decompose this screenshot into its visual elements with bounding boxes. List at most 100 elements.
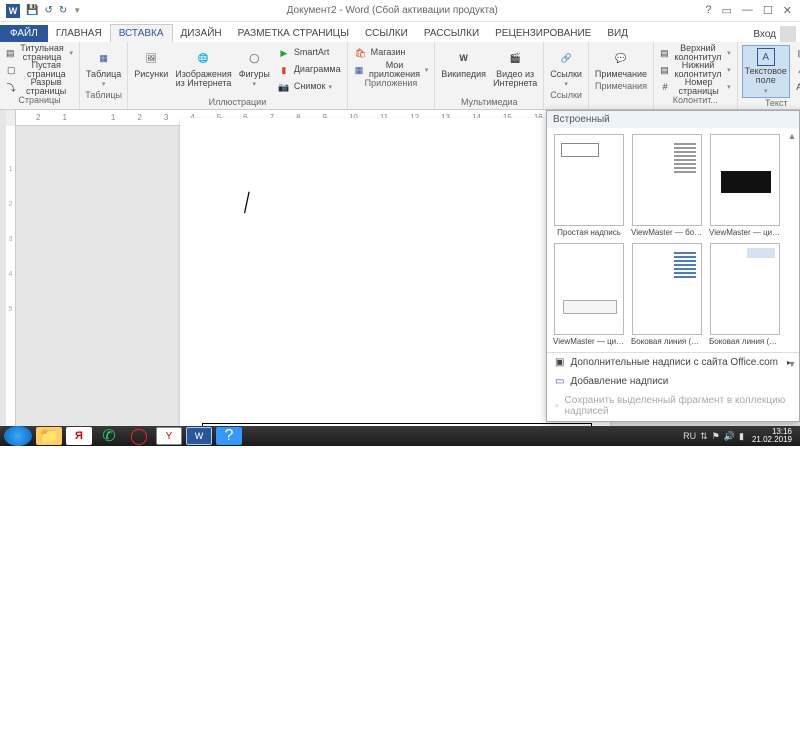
tab-references[interactable]: ССЫЛКИ bbox=[357, 25, 416, 42]
save-icon[interactable]: 💾 bbox=[26, 5, 38, 16]
empty-space bbox=[0, 446, 800, 731]
comment-icon: 💬 bbox=[610, 47, 632, 69]
explorer-taskbar-button[interactable]: 📁 bbox=[36, 427, 62, 445]
tray-lang[interactable]: RU bbox=[683, 431, 696, 441]
save-selection-menuitem: ▫Сохранить выделенный фрагмент в коллекц… bbox=[547, 391, 799, 421]
tray-battery-icon[interactable]: ▮ bbox=[739, 431, 744, 442]
draw-textbox-icon: ▭ bbox=[555, 376, 564, 387]
gallery-item-simple[interactable]: Простая надпись bbox=[553, 134, 625, 237]
more-textboxes-menuitem[interactable]: ▣Дополнительные надписи с сайта Office.c… bbox=[547, 353, 799, 372]
group-label-comments: Примечания bbox=[593, 81, 649, 93]
group-label-links: Ссылки bbox=[548, 90, 584, 102]
page-icon: ▤ bbox=[6, 46, 15, 60]
table-icon: ▦ bbox=[93, 47, 115, 69]
minimize-icon[interactable]: — bbox=[742, 4, 753, 17]
shapes-button[interactable]: ◯Фигуры▾ bbox=[237, 45, 272, 97]
opera-taskbar-button[interactable]: ◯ bbox=[126, 427, 152, 445]
drop-cap-icon: A≡ bbox=[795, 80, 800, 94]
wordart-button[interactable]: A bbox=[793, 62, 800, 78]
screenshot-button[interactable]: 📷Снимок▾ bbox=[275, 79, 343, 95]
tab-file[interactable]: ФАЙЛ bbox=[0, 25, 48, 42]
store-button[interactable]: 🛍Магазин bbox=[352, 45, 431, 61]
text-box-button[interactable]: AТекстовое поле▾ bbox=[742, 45, 790, 98]
qat-dropdown-icon[interactable]: ▼ bbox=[73, 6, 81, 15]
gallery-item-viewmaster-quote2[interactable]: ViewMaster — цитата... bbox=[553, 243, 625, 346]
help-taskbar-button[interactable]: ? bbox=[216, 427, 242, 445]
text-cursor: │ bbox=[240, 191, 255, 214]
store-icon: 🛍 bbox=[354, 46, 368, 60]
wordart-icon: A bbox=[795, 63, 800, 77]
tab-review[interactable]: РЕЦЕНЗИРОВАНИЕ bbox=[487, 25, 599, 42]
save-selection-icon: ▫ bbox=[555, 401, 559, 412]
pictures-button[interactable]: 🖼Рисунки bbox=[132, 45, 170, 97]
online-video-button[interactable]: 🎬Видео из Интернета bbox=[491, 45, 539, 97]
group-label-illustrations: Иллюстрации bbox=[132, 97, 342, 109]
gallery-item-sideline-side[interactable]: Боковая линия (бок... bbox=[631, 243, 703, 346]
ribbon-collapse-icon[interactable]: ▭ bbox=[722, 4, 732, 17]
close-icon[interactable]: ✕ bbox=[783, 4, 792, 17]
my-apps-button[interactable]: ▦Мои приложения▾ bbox=[352, 62, 431, 78]
yandex-taskbar-button[interactable]: Я bbox=[66, 427, 92, 445]
smartart-button[interactable]: ▶SmartArt bbox=[275, 45, 343, 61]
group-label-tables: Таблицы bbox=[84, 90, 123, 102]
tray-volume-icon[interactable]: 🔊 bbox=[724, 431, 735, 442]
chart-button[interactable]: ▮Диаграмма bbox=[275, 62, 343, 78]
window-title: Документ2 - Word (Сбой активации продукт… bbox=[87, 5, 697, 16]
quick-parts-icon: ▣ bbox=[795, 46, 800, 60]
page-number-button[interactable]: #Номер страницы▾ bbox=[658, 79, 733, 95]
blank-page-button[interactable]: ▢Пустая страница bbox=[4, 62, 75, 78]
sign-in-link[interactable]: Вход bbox=[749, 26, 800, 42]
tab-layout[interactable]: РАЗМЕТКА СТРАНИЦЫ bbox=[230, 25, 357, 42]
text-box-gallery: Встроенный Простая надпись ViewMaster — … bbox=[546, 110, 800, 422]
footer-button[interactable]: ▤Нижний колонтитул▾ bbox=[658, 62, 733, 78]
wikipedia-icon: W bbox=[453, 47, 475, 69]
online-pictures-button[interactable]: 🌐Изображения из Интернета bbox=[173, 45, 234, 97]
help-icon[interactable]: ? bbox=[705, 4, 711, 17]
yandex-browser-taskbar-button[interactable]: Y bbox=[156, 427, 182, 445]
word-icon: W bbox=[6, 4, 20, 18]
screenshot-icon: 📷 bbox=[277, 80, 291, 94]
gallery-item-viewmaster-side[interactable]: ViewMaster — боков... bbox=[631, 134, 703, 237]
drop-cap-button[interactable]: A≡ bbox=[793, 79, 800, 95]
word-taskbar-button[interactable]: W bbox=[186, 427, 212, 445]
start-button[interactable] bbox=[4, 426, 32, 446]
text-box-icon: A bbox=[757, 48, 775, 66]
undo-icon[interactable]: ↺ bbox=[44, 5, 52, 16]
table-button[interactable]: ▦Таблица▾ bbox=[84, 45, 123, 90]
wikipedia-button[interactable]: WВикипедия bbox=[439, 45, 488, 97]
blank-page-icon: ▢ bbox=[6, 63, 17, 77]
apps-icon: ▦ bbox=[354, 63, 365, 77]
group-label-pages: Страницы bbox=[4, 95, 75, 107]
comment-button[interactable]: 💬Примечание bbox=[593, 45, 649, 81]
redo-icon[interactable]: ↻ bbox=[59, 5, 67, 16]
tab-mailings[interactable]: РАССЫЛКИ bbox=[416, 25, 487, 42]
page-break-button[interactable]: ⤵Разрыв страницы bbox=[4, 79, 75, 95]
tab-design[interactable]: ДИЗАЙН bbox=[173, 25, 230, 42]
tab-home[interactable]: ГЛАВНАЯ bbox=[48, 25, 110, 42]
shapes-icon: ◯ bbox=[243, 47, 265, 69]
links-button[interactable]: 🔗Ссылки▾ bbox=[548, 45, 584, 90]
tray-clock[interactable]: 13:16 21.02.2019 bbox=[748, 428, 796, 444]
maximize-icon[interactable]: ☐ bbox=[763, 4, 773, 17]
quick-parts-button[interactable]: ▣ bbox=[793, 45, 800, 61]
vertical-ruler[interactable]: 12345 bbox=[6, 126, 16, 428]
page-break-icon: ⤵ bbox=[6, 80, 16, 94]
smartart-icon: ▶ bbox=[277, 46, 291, 60]
group-label-media: Мультимедиа bbox=[439, 97, 539, 109]
group-label-apps: Приложения bbox=[352, 78, 431, 90]
tab-view[interactable]: ВИД bbox=[599, 25, 636, 42]
header-button[interactable]: ▤Верхний колонтитул▾ bbox=[658, 45, 733, 61]
gallery-item-viewmaster-quote[interactable]: ViewMaster — цитата... bbox=[709, 134, 781, 237]
taskbar[interactable]: 📁 Я ✆ ◯ Y W ? RU ⇅ ⚑ 🔊 ▮ 13:16 21.02.201… bbox=[0, 426, 800, 446]
tab-insert[interactable]: ВСТАВКА bbox=[110, 24, 173, 42]
cover-page-button[interactable]: ▤Титульная страница▾ bbox=[4, 45, 75, 61]
draw-textbox-menuitem[interactable]: ▭Добавление надписи bbox=[547, 372, 799, 391]
whatsapp-taskbar-button[interactable]: ✆ bbox=[96, 427, 122, 445]
tray-network-icon[interactable]: ⇅ bbox=[700, 431, 708, 442]
link-icon: 🔗 bbox=[555, 47, 577, 69]
gallery-scrollbar[interactable]: ▲▼ bbox=[787, 131, 797, 371]
group-label-header: Колонтит... bbox=[658, 95, 733, 107]
gallery-item-sideline-quote[interactable]: Боковая линия (цита... bbox=[709, 243, 781, 346]
tray-action-center-icon[interactable]: ⚑ bbox=[712, 431, 720, 442]
avatar-icon bbox=[780, 26, 796, 42]
